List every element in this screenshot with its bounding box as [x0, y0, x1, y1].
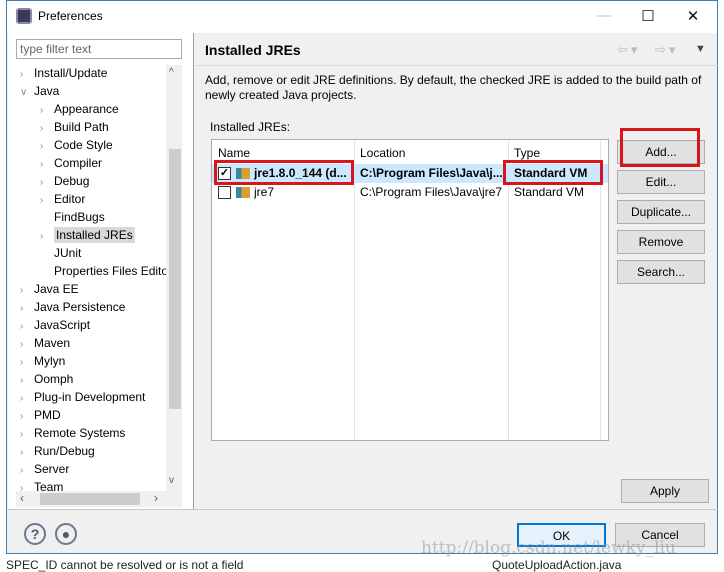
help-icon[interactable]: ?	[24, 523, 46, 545]
tree-item-label: Remote Systems	[34, 426, 126, 440]
table-label: Installed JREs:	[210, 120, 291, 134]
jre-checkbox[interactable]	[218, 186, 231, 199]
tree-item-label: Server	[34, 462, 70, 476]
horizontal-scroll-thumb[interactable]	[40, 493, 140, 505]
background-problem-text: SPEC_ID cannot be resolved or is not a f…	[6, 558, 244, 572]
tree-item[interactable]: › Plug-in Development	[20, 388, 145, 406]
tree-item[interactable]: › Install/Update	[20, 64, 107, 82]
eclipse-app-icon	[16, 8, 32, 24]
tree-item[interactable]: › Editor	[40, 190, 85, 208]
watermark: http://blog.csdn.net/lewky_liu	[421, 538, 676, 558]
tree-item[interactable]: › Remote Systems	[20, 424, 125, 442]
tree-item-label: JavaScript	[34, 318, 91, 332]
tree-item-label: Install/Update	[34, 66, 108, 80]
tree-item-label: JUnit	[54, 246, 82, 260]
tree-item[interactable]: › Mylyn	[20, 352, 65, 370]
tree-item-label: Properties Files Editor	[54, 264, 173, 278]
chevron-down-icon[interactable]: ∨	[20, 84, 34, 102]
tree-item[interactable]: › Java EE	[20, 280, 79, 298]
tree-item-label: Build Path	[54, 120, 109, 134]
tree-item-label: Installed JREs	[54, 227, 135, 243]
vertical-scroll-thumb[interactable]	[169, 149, 181, 409]
tree-item[interactable]: › JavaScript	[20, 316, 90, 334]
tree-item-label: Maven	[34, 336, 71, 350]
tree-item-label: Run/Debug	[34, 444, 95, 458]
highlight-jre-type	[503, 160, 603, 185]
import-export-icon[interactable]: ●	[55, 523, 77, 545]
filter-input[interactable]	[16, 39, 182, 59]
tree-item[interactable]: › Maven	[20, 334, 70, 352]
page-title: Installed JREs	[205, 42, 301, 58]
tree-item[interactable]: › Debug	[40, 172, 89, 190]
tree-item[interactable]: › PMD	[20, 406, 61, 424]
tree-item-label: Java	[34, 84, 60, 98]
scroll-up-icon[interactable]: ^	[169, 67, 174, 78]
tree-item-label: Java EE	[34, 282, 79, 296]
jre-library-icon	[236, 187, 250, 198]
tree-item-label: Editor	[54, 192, 86, 206]
scroll-down-icon[interactable]: v	[169, 475, 174, 486]
maximize-icon[interactable]: ☐	[633, 7, 663, 27]
tree-item[interactable]: › Server	[20, 460, 69, 478]
tree-item[interactable]: › Code Style	[40, 136, 113, 154]
tree-item[interactable]: › Appearance	[40, 100, 119, 118]
tree-item[interactable]: Properties Files Editor	[40, 262, 172, 280]
apply-button[interactable]: Apply	[621, 479, 709, 503]
tree-item-label: FindBugs	[54, 210, 105, 224]
highlight-add-button	[620, 128, 700, 167]
tree-item-label: PMD	[34, 408, 61, 422]
tree-item-label: Mylyn	[34, 354, 66, 368]
tree-item[interactable]: FindBugs	[40, 208, 105, 226]
tree-item[interactable]: › Compiler	[40, 154, 102, 172]
tree-item[interactable]: › Build Path	[40, 118, 109, 136]
column-header-location[interactable]: Location	[360, 144, 405, 162]
header-separator	[194, 65, 718, 66]
view-menu-icon[interactable]: ▼	[695, 43, 706, 55]
tree-item[interactable]: ∨ Java	[20, 82, 59, 100]
forward-icon[interactable]: ⇨▾	[655, 42, 678, 58]
tree-item-label: Code Style	[54, 138, 113, 152]
tree-item-label: Plug-in Development	[34, 390, 146, 404]
background-file-text: QuoteUploadAction.java	[492, 558, 622, 572]
cell-location: C:\Program Files\Java\jre7	[360, 185, 503, 199]
minimize-icon[interactable]: —	[589, 7, 619, 27]
tree-item[interactable]: JUnit	[40, 244, 81, 262]
close-icon[interactable]: ✕	[678, 7, 708, 27]
page-description: Add, remove or edit JRE definitions. By …	[205, 73, 702, 102]
cell-name: jre7	[254, 185, 275, 199]
tree-item-label: Compiler	[54, 156, 103, 170]
scroll-right-icon[interactable]: ›	[154, 491, 158, 505]
back-icon[interactable]: ⇦▾	[617, 42, 640, 58]
preference-tree-pane: ›Install/Update∨Java›Appearance›Build Pa…	[8, 33, 193, 509]
search-button[interactable]: Search...	[617, 260, 705, 284]
remove-button[interactable]: Remove	[617, 230, 705, 254]
cell-type: Standard VM	[514, 185, 585, 199]
tree-item-label: Java Persistence	[34, 300, 126, 314]
footer-separator	[8, 509, 718, 510]
duplicate-button[interactable]: Duplicate...	[617, 200, 705, 224]
edit-button[interactable]: Edit...	[617, 170, 705, 194]
cell-location: C:\Program Files\Java\j...	[360, 166, 503, 180]
highlight-jre-name	[214, 160, 354, 185]
scroll-left-icon[interactable]: ‹	[20, 491, 24, 505]
table-row[interactable]: jre7 C:\Program Files\Java\jre7 Standard…	[212, 183, 608, 202]
preferences-dialog: Preferences — ☐ ✕ ›Install/Update∨Java›A…	[6, 0, 718, 558]
tree-item-label: Oomph	[34, 372, 74, 386]
window-title: Preferences	[38, 9, 103, 23]
pane-divider[interactable]	[193, 33, 194, 509]
tree-item[interactable]: › Oomph	[20, 370, 73, 388]
tree-item[interactable]: › Installed JREs	[40, 226, 135, 244]
tree-item[interactable]: › Run/Debug	[20, 442, 95, 460]
tree-item[interactable]: › Java Persistence	[20, 298, 125, 316]
title-bar: Preferences — ☐ ✕	[7, 1, 717, 33]
tree-item-label: Debug	[54, 174, 90, 188]
tree-item-label: Appearance	[54, 102, 119, 116]
